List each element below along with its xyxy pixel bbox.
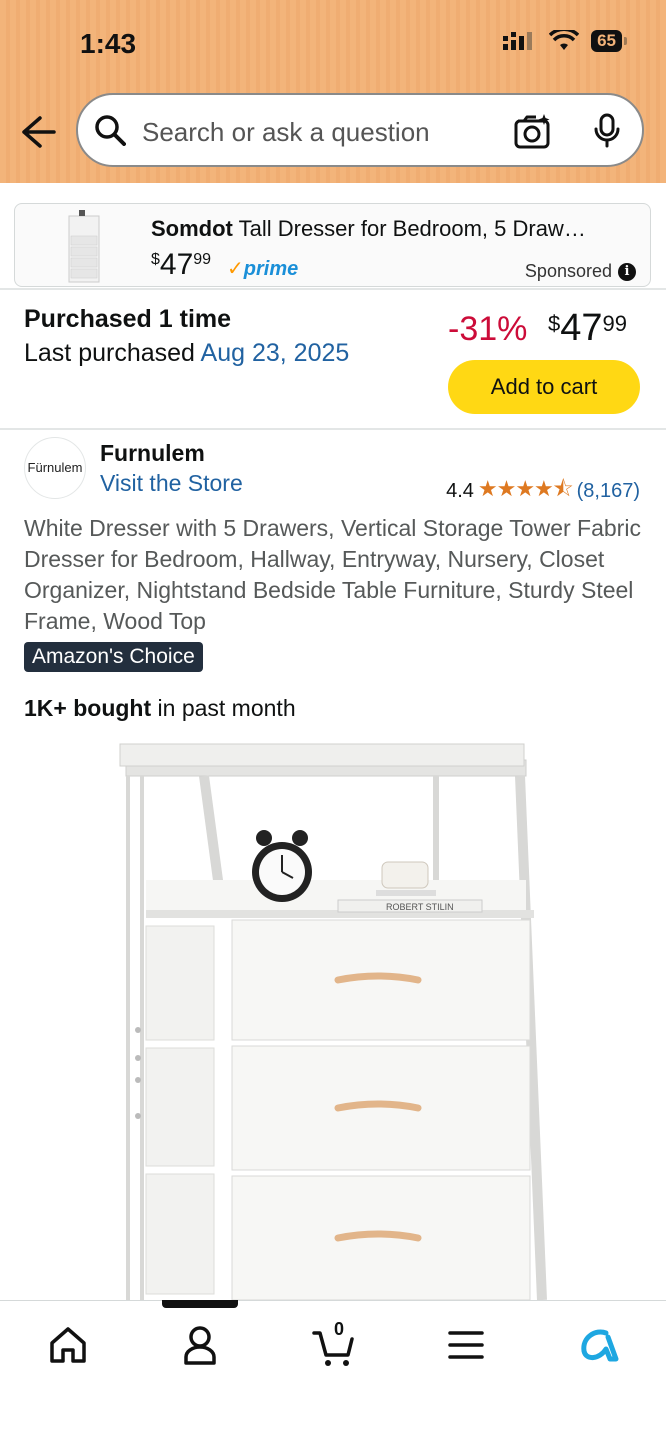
info-icon[interactable]: i: [618, 262, 636, 281]
discount-percent: -31%: [448, 310, 528, 348]
amazons-choice-badge: Amazon's Choice: [24, 642, 203, 672]
prime-badge: ✓prime: [227, 256, 298, 281]
brand-name: Furnulem: [100, 440, 205, 466]
price-currency: $: [151, 251, 160, 268]
status-time: 1:43: [80, 28, 137, 59]
menu-icon[interactable]: [444, 1323, 488, 1367]
battery-icon: 65: [591, 30, 627, 52]
microphone-icon[interactable]: [592, 113, 622, 149]
scroll-handle: [162, 1300, 238, 1308]
divider: [0, 428, 666, 430]
bought-suffix: in past month: [151, 695, 296, 721]
sponsored-title-text: Tall Dresser for Bedroom, 5 Draw…: [238, 216, 586, 241]
search-bar[interactable]: Search or ask a question: [76, 93, 644, 167]
bought-count: 1K+ bought: [24, 695, 152, 721]
back-arrow-icon[interactable]: [20, 112, 56, 152]
divider: [0, 288, 666, 290]
last-purchased-date[interactable]: Aug 23, 2025: [201, 339, 350, 367]
rating-summary[interactable]: 4.4 ★★★★⯪ (8,167): [446, 472, 640, 510]
sponsored-label[interactable]: Sponsored i: [525, 261, 636, 282]
bought-in-past-month: 1K+ bought in past month: [24, 695, 296, 722]
price-cents: 99: [602, 311, 628, 336]
sponsored-product-thumbnail: [68, 210, 100, 283]
book-label: ROBERT STILIN: [386, 902, 454, 912]
search-input[interactable]: Search or ask a question: [142, 117, 430, 148]
cart-icon[interactable]: 0: [312, 1319, 356, 1367]
alexa-icon[interactable]: [576, 1323, 620, 1367]
price-whole: 47: [159, 248, 194, 281]
purchased-count: Purchased 1 time: [24, 305, 232, 333]
store-logo[interactable]: Fürnulem: [24, 437, 86, 499]
visit-store-link[interactable]: Visit the Store: [100, 470, 243, 497]
price-cents: 99: [193, 251, 212, 268]
bottom-navigation: 0: [0, 1300, 666, 1440]
sponsored-product-title[interactable]: Somdot Tall Dresser for Bedroom, 5 Draw…: [151, 216, 633, 242]
last-purchased: Last purchased Aug 23, 2025: [24, 339, 349, 368]
last-purchased-label: Last purchased: [24, 339, 195, 367]
sponsored-brand: Somdot: [151, 216, 233, 241]
store-logo-text: Fürnulem: [27, 460, 83, 475]
product-image[interactable]: ROBERT STILIN: [112, 740, 552, 1300]
product-price: $4799: [548, 307, 627, 350]
price-currency: $: [548, 311, 561, 336]
account-icon[interactable]: [178, 1323, 222, 1367]
rating-value: 4.4: [446, 479, 474, 502]
sponsored-price: $4799: [151, 248, 211, 282]
prime-label: prime: [243, 258, 299, 280]
review-count[interactable]: (8,167): [577, 480, 640, 503]
price-whole: 47: [560, 307, 603, 349]
add-to-cart-button[interactable]: Add to cart: [448, 360, 640, 414]
sponsored-product-card[interactable]: Somdot Tall Dresser for Bedroom, 5 Draw……: [14, 203, 651, 287]
sponsored-label-text: Sponsored: [524, 261, 612, 281]
status-icons: 65: [503, 30, 627, 52]
search-icon: [95, 115, 126, 146]
product-title: White Dresser with 5 Drawers, Vertical S…: [24, 515, 641, 634]
camera-search-icon[interactable]: [514, 113, 552, 149]
app-header: 1:43 65 Search or ask a question: [0, 0, 666, 183]
star-rating-icon: ★★★★⯪: [477, 476, 574, 501]
home-icon[interactable]: [46, 1323, 90, 1367]
signal-icon: [503, 32, 533, 50]
prime-check-icon: ✓: [227, 258, 244, 280]
wifi-icon: [549, 30, 580, 50]
cart-count: 0: [334, 1319, 345, 1339]
